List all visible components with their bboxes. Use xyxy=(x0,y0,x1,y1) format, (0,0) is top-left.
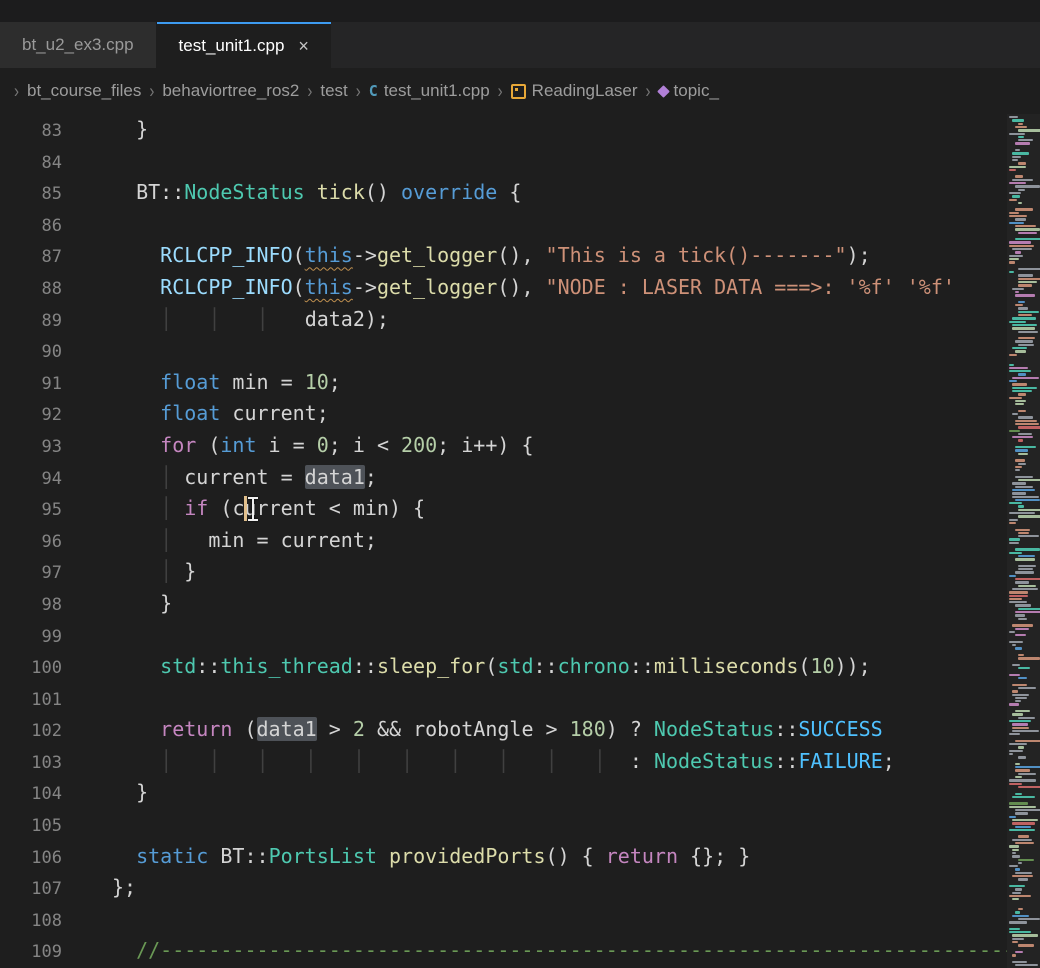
code-line[interactable]: 90 xyxy=(0,335,1040,367)
line-number[interactable]: 88 xyxy=(0,274,62,306)
line-number[interactable]: 106 xyxy=(0,843,62,875)
breadcrumb: › bt_course_files › behaviortree_ros2 › … xyxy=(0,68,1040,114)
chevron-right-icon: › xyxy=(307,80,312,102)
code-line[interactable]: 103 │ │ │ │ │ │ │ │ │ │ : NodeStatus::FA… xyxy=(0,746,1040,778)
line-number[interactable]: 103 xyxy=(0,748,62,780)
chevron-right-icon: › xyxy=(498,80,503,102)
code-line[interactable]: 92 float current; xyxy=(0,398,1040,430)
line-number[interactable]: 91 xyxy=(0,369,62,401)
line-number[interactable]: 93 xyxy=(0,432,62,464)
line-number[interactable]: 86 xyxy=(0,211,62,243)
line-number[interactable]: 104 xyxy=(0,779,62,811)
code-line[interactable]: 98 } xyxy=(0,588,1040,620)
line-number[interactable]: 97 xyxy=(0,558,62,590)
breadcrumb-item-readinglaser[interactable]: ReadingLaser xyxy=(511,81,638,101)
code-line[interactable]: 93 for (int i = 0; i < 200; i++) { xyxy=(0,430,1040,462)
breadcrumb-item-topic[interactable]: topic_ xyxy=(659,81,719,101)
line-number[interactable]: 100 xyxy=(0,653,62,685)
line-number[interactable]: 85 xyxy=(0,179,62,211)
code-line[interactable]: 106 static BT::PortsList providedPorts()… xyxy=(0,841,1040,873)
code-line[interactable]: 95 │ if (current < min) { xyxy=(0,493,1040,525)
line-number[interactable]: 99 xyxy=(0,622,62,654)
chevron-right-icon: › xyxy=(14,80,19,102)
field-symbol-icon xyxy=(657,85,670,98)
code-line[interactable]: 97 │ } xyxy=(0,556,1040,588)
tab-test-unit1-cpp[interactable]: test_unit1.cpp × xyxy=(157,22,331,68)
line-number[interactable]: 94 xyxy=(0,464,62,496)
code-line[interactable]: 109 //----------------------------------… xyxy=(0,935,1040,967)
line-number[interactable]: 96 xyxy=(0,527,62,559)
breadcrumb-label: behaviortree_ros2 xyxy=(162,81,299,101)
window-titlebar xyxy=(0,0,1040,22)
code-line[interactable]: 101 xyxy=(0,683,1040,715)
code-line[interactable]: 100 std::this_thread::sleep_for(std::chr… xyxy=(0,651,1040,683)
code-line[interactable]: 85 BT::NodeStatus tick() override { xyxy=(0,177,1040,209)
code-line[interactable]: 107}; xyxy=(0,872,1040,904)
cpp-file-icon: C xyxy=(369,82,378,100)
code-line[interactable]: 104 } xyxy=(0,777,1040,809)
breadcrumb-item-test-unit1-cpp[interactable]: C test_unit1.cpp xyxy=(369,81,490,101)
line-number[interactable]: 87 xyxy=(0,242,62,274)
breadcrumb-item-behaviortree-ros2[interactable]: behaviortree_ros2 xyxy=(162,81,299,101)
line-number[interactable]: 105 xyxy=(0,811,62,843)
line-number[interactable]: 109 xyxy=(0,937,62,968)
breadcrumb-label: ReadingLaser xyxy=(532,81,638,101)
code-line[interactable]: 83 } xyxy=(0,114,1040,146)
code-line[interactable]: 86 xyxy=(0,209,1040,241)
tab-label: test_unit1.cpp xyxy=(179,36,285,56)
class-symbol-icon xyxy=(511,84,526,99)
line-number[interactable]: 83 xyxy=(0,116,62,148)
code-line[interactable]: 84 xyxy=(0,146,1040,178)
chevron-right-icon: › xyxy=(149,80,154,102)
code-line[interactable]: 94 │ current = data1; xyxy=(0,462,1040,494)
line-number[interactable]: 102 xyxy=(0,716,62,748)
code-line[interactable]: 108 xyxy=(0,904,1040,936)
code-line[interactable]: 91 float min = 10; xyxy=(0,367,1040,399)
line-number[interactable]: 108 xyxy=(0,906,62,938)
breadcrumb-label: test_unit1.cpp xyxy=(384,81,490,101)
breadcrumb-label: topic_ xyxy=(674,81,719,101)
tab-bt-u2-ex3-cpp[interactable]: bt_u2_ex3.cpp xyxy=(0,22,157,68)
minimap[interactable] xyxy=(1007,114,1040,968)
code-line[interactable]: 87 RCLCPP_INFO(this->get_logger(), "This… xyxy=(0,240,1040,272)
tab-bar: bt_u2_ex3.cpp test_unit1.cpp × xyxy=(0,22,1040,68)
line-number[interactable]: 92 xyxy=(0,400,62,432)
code-line[interactable]: 88 RCLCPP_INFO(this->get_logger(), "NODE… xyxy=(0,272,1040,304)
breadcrumb-item-test[interactable]: test xyxy=(320,81,347,101)
code-editor[interactable]: 83 }8485 BT::NodeStatus tick() override … xyxy=(0,114,1040,968)
close-icon[interactable]: × xyxy=(298,37,309,55)
line-number[interactable]: 107 xyxy=(0,874,62,906)
line-number[interactable]: 90 xyxy=(0,337,62,369)
breadcrumb-label: bt_course_files xyxy=(27,81,141,101)
code-line[interactable]: 105 xyxy=(0,809,1040,841)
code-lines: 83 }8485 BT::NodeStatus tick() override … xyxy=(0,114,1040,967)
mouse-ibeam-cursor xyxy=(247,496,259,522)
chevron-right-icon: › xyxy=(356,80,361,102)
line-number[interactable]: 101 xyxy=(0,685,62,717)
code-line[interactable]: 102 return (data1 > 2 && robotAngle > 18… xyxy=(0,714,1040,746)
breadcrumb-label: test xyxy=(320,81,347,101)
code-line[interactable]: 89 │ │ │ data2); xyxy=(0,304,1040,336)
line-number[interactable]: 95 xyxy=(0,495,62,527)
chevron-right-icon: › xyxy=(646,80,651,102)
breadcrumb-item-bt-course-files[interactable]: bt_course_files xyxy=(27,81,141,101)
code-line[interactable]: 96 │ min = current; xyxy=(0,525,1040,557)
tab-label: bt_u2_ex3.cpp xyxy=(22,35,134,55)
line-number[interactable]: 98 xyxy=(0,590,62,622)
line-number[interactable]: 89 xyxy=(0,306,62,338)
line-number[interactable]: 84 xyxy=(0,148,62,180)
code-line[interactable]: 99 xyxy=(0,620,1040,652)
